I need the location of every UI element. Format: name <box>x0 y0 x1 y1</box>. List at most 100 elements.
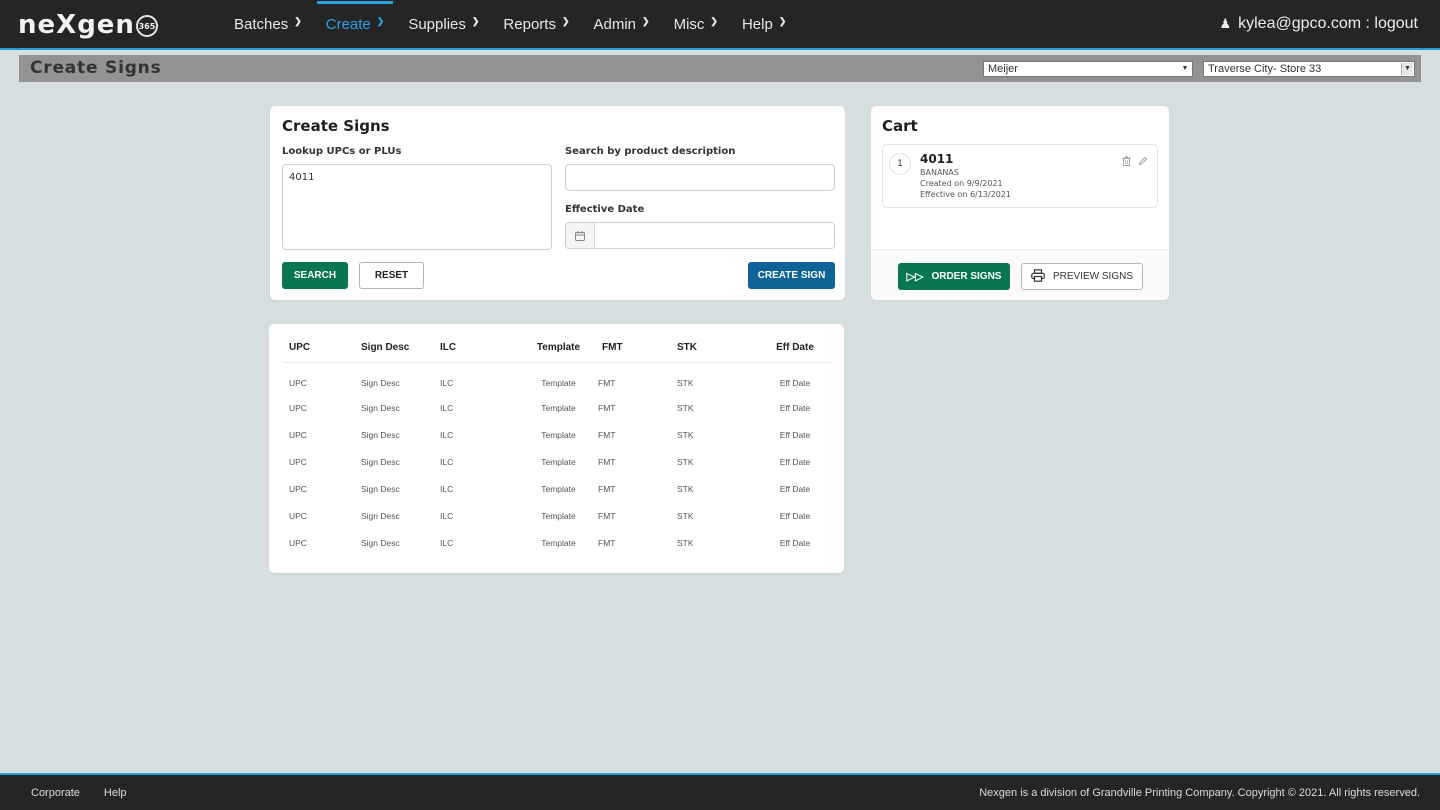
column-header-sign-desc[interactable]: Sign Desc <box>361 336 440 363</box>
edit-pencil-icon[interactable] <box>1138 151 1148 170</box>
nav-admin-label: Admin <box>593 15 637 33</box>
cell-template: Template <box>541 510 576 521</box>
dropdown-arrow-icon: ▼ <box>1401 63 1413 75</box>
effective-date-field[interactable] <box>565 222 835 249</box>
cell-template: Template <box>541 429 576 440</box>
nav-help[interactable]: Help ❯ <box>730 0 798 48</box>
cell-eff-date: Eff Date <box>779 429 811 440</box>
cart-card: Cart 1 4011 BANANAS Created on 9/9/2021 … <box>871 106 1169 300</box>
column-header-eff-date[interactable]: Eff Date <box>756 336 834 363</box>
column-header-stk[interactable]: STK <box>677 336 756 363</box>
cell-stk: STK <box>677 510 694 521</box>
lookup-upc-textarea[interactable] <box>282 164 552 250</box>
cell-template: Template <box>541 537 576 548</box>
preview-signs-button[interactable]: PREVIEW SIGNS <box>1021 263 1143 290</box>
cart-item-index: 1 <box>889 153 911 175</box>
cell-upc: UPC <box>289 537 307 548</box>
cell-sign-desc: Sign Desc <box>361 483 400 494</box>
search-button[interactable]: SEARCH <box>282 262 348 289</box>
table-row[interactable]: UPC Sign Desc ILC Template FMT STK Eff Date <box>283 421 834 448</box>
table-row[interactable]: UPC Sign Desc ILC Template FMT STK Eff Date <box>283 448 834 475</box>
cell-ilc: ILC <box>440 429 454 440</box>
cell-ilc: ILC <box>440 456 454 467</box>
cart-title: Cart <box>882 117 918 135</box>
nav-admin[interactable]: Admin ❯ <box>582 0 662 48</box>
cell-ilc: ILC <box>440 378 454 389</box>
cart-item-created: Created on 9/9/2021 <box>920 179 1003 188</box>
cell-fmt: FMT <box>598 429 616 440</box>
main-menu: Batches ❯ Create ❯ Supplies ❯ Reports ❯ Admi… <box>222 0 798 50</box>
chevron-down-icon: ❯ <box>778 15 787 26</box>
cart-footer: ▷▷ ORDER SIGNS PREVIEW SIGNS <box>871 249 1169 300</box>
cell-sign-desc: Sign Desc <box>361 510 400 521</box>
cell-ilc: ILC <box>440 537 454 548</box>
cell-ilc: ILC <box>440 402 454 413</box>
retailer-select[interactable]: Meijer ▼ <box>983 61 1193 77</box>
nav-reports[interactable]: Reports ❯ <box>491 0 581 48</box>
store-select[interactable]: Traverse City- Store 33 ▼ <box>1203 61 1415 77</box>
cell-fmt: FMT <box>598 456 616 467</box>
cell-eff-date: Eff Date <box>779 456 811 467</box>
top-nav: neXgen 365 Batches ❯ Create ❯ Supplies ❯ Re… <box>0 0 1440 50</box>
cell-sign-desc: Sign Desc <box>361 537 400 548</box>
chevron-down-icon: ❯ <box>561 15 570 26</box>
cell-sign-desc: Sign Desc <box>361 456 400 467</box>
cell-stk: STK <box>677 402 694 413</box>
nexgen-logo[interactable]: neXgen 365 <box>18 10 158 40</box>
column-header-upc[interactable]: UPC <box>283 336 361 363</box>
cell-sign-desc: Sign Desc <box>361 378 400 389</box>
user-label: kylea@gpco.com : logout <box>1238 15 1418 32</box>
cell-ilc: ILC <box>440 483 454 494</box>
table-row[interactable]: UPC Sign Desc ILC Template FMT STK Eff Date <box>283 502 834 529</box>
cell-upc: UPC <box>289 483 307 494</box>
create-sign-button[interactable]: CREATE SIGN <box>748 262 835 289</box>
cart-item-actions <box>1122 151 1148 170</box>
table-row[interactable]: UPC Sign Desc ILC Template FMT STK Eff Date <box>283 475 834 502</box>
lookup-label: Lookup UPCs or PLUs <box>282 146 402 157</box>
cell-fmt: FMT <box>598 537 616 548</box>
create-signs-card: Create Signs Lookup UPCs or PLUs Search … <box>270 106 845 300</box>
nav-batches[interactable]: Batches ❯ <box>222 0 314 48</box>
cell-template: Template <box>541 483 576 494</box>
cell-fmt: FMT <box>598 483 616 494</box>
cell-eff-date: Eff Date <box>779 537 811 548</box>
nav-supplies-label: Supplies <box>408 15 466 33</box>
nav-misc-label: Misc <box>673 15 705 33</box>
chevron-down-icon: ❯ <box>376 15 385 26</box>
cart-item-effective: Effective on 6/13/2021 <box>920 190 1011 199</box>
trash-icon[interactable] <box>1122 151 1131 170</box>
reset-button[interactable]: RESET <box>359 262 424 289</box>
nav-batches-label: Batches <box>234 15 289 33</box>
cell-upc: UPC <box>289 510 307 521</box>
chevron-down-icon: ❯ <box>294 15 302 26</box>
cell-upc: UPC <box>289 378 307 389</box>
logo-text: neXgen <box>18 10 135 40</box>
footer-link-help[interactable]: Help <box>104 787 127 799</box>
table-row[interactable]: UPC Sign Desc ILC Template FMT STK Eff Date <box>283 362 834 394</box>
column-header-template[interactable]: Template <box>519 336 598 363</box>
table-row[interactable]: UPC Sign Desc ILC Template FMT STK Eff Date <box>283 394 834 421</box>
nav-supplies[interactable]: Supplies ❯ <box>396 0 491 48</box>
nav-create[interactable]: Create ❯ <box>314 0 397 48</box>
column-header-ilc[interactable]: ILC <box>440 336 519 363</box>
cart-item-code: 4011 <box>920 152 954 166</box>
footer-links: Corporate Help <box>31 787 127 799</box>
effective-date-input[interactable] <box>595 223 834 248</box>
chevron-down-icon: ❯ <box>471 15 480 26</box>
cell-upc: UPC <box>289 429 307 440</box>
table-row[interactable]: UPC Sign Desc ILC Template FMT STK Eff Date <box>283 529 834 556</box>
column-header-fmt[interactable]: FMT <box>598 336 677 363</box>
order-signs-button[interactable]: ▷▷ ORDER SIGNS <box>898 263 1010 290</box>
cell-template: Template <box>541 378 576 389</box>
footer-link-corporate[interactable]: Corporate <box>31 787 80 799</box>
product-description-input[interactable] <box>565 164 835 191</box>
user-logout-link[interactable]: ♟ kylea@gpco.com : logout <box>1219 0 1418 48</box>
create-signs-title: Create Signs <box>282 117 390 135</box>
cart-item: 1 4011 BANANAS Created on 9/9/2021 Effec… <box>882 144 1158 208</box>
page-footer: Corporate Help Nexgen is a division of G… <box>0 773 1440 810</box>
table-header-row: UPC Sign Desc ILC Template FMT STK Eff D… <box>283 336 834 363</box>
nav-misc[interactable]: Misc ❯ <box>662 0 730 48</box>
nav-create-label: Create <box>325 15 371 33</box>
cell-eff-date: Eff Date <box>779 378 811 389</box>
calendar-icon[interactable] <box>566 223 595 248</box>
